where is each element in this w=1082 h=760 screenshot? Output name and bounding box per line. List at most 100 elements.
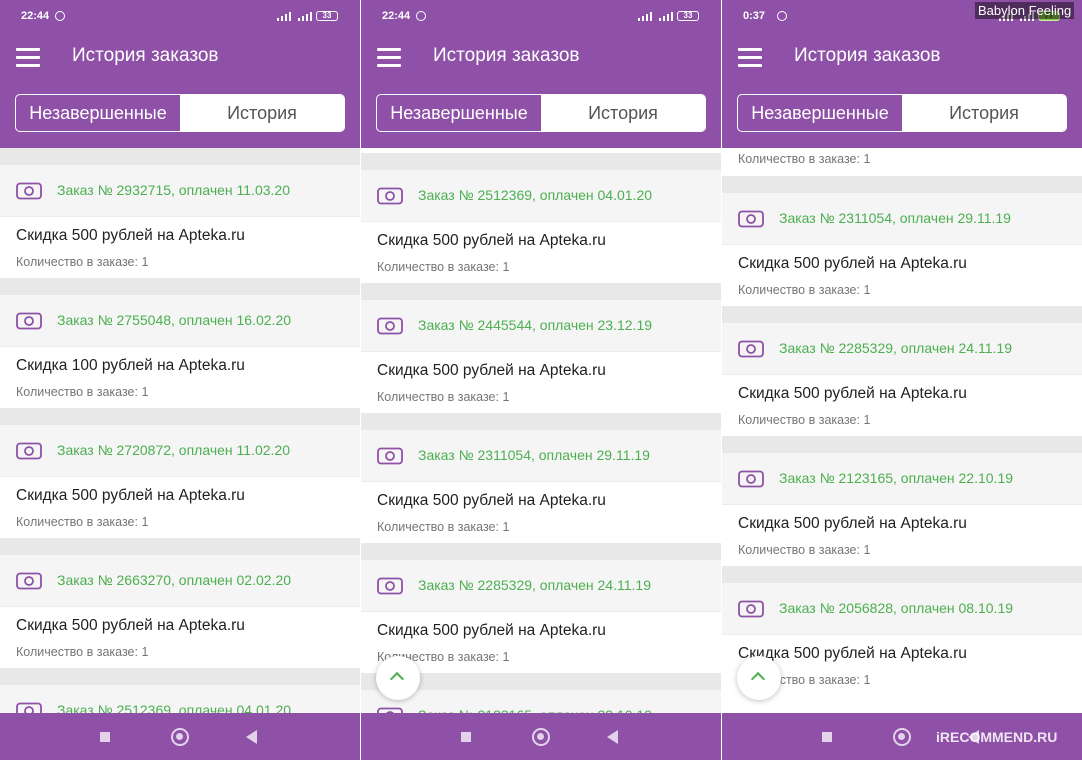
list-item[interactable]: Скидка 500 рублей на Apteka.ru Количеств… (722, 245, 1082, 306)
divider (0, 278, 360, 295)
item-name: Скидка 500 рублей на Apteka.ru (738, 255, 967, 272)
order-title: Заказ № 2755048, оплачен 16.02.20 (57, 312, 292, 328)
list-item[interactable]: Скидка 500 рублей на Apteka.ru Количеств… (0, 607, 360, 668)
recents-icon[interactable] (461, 732, 471, 742)
divider (361, 153, 721, 170)
alarm-icon (777, 11, 787, 21)
order-title: Заказ № 2056828, оплачен 08.10.19 (779, 600, 1014, 616)
order-title: Заказ № 2932715, оплачен 11.03.20 (57, 182, 290, 198)
order-header[interactable]: Заказ № 2512369, оплачен 04.01.20 (361, 170, 721, 222)
order-title: Заказ № 2663270, оплачен 02.02.20 (57, 572, 292, 588)
back-icon[interactable] (246, 730, 257, 744)
order-header[interactable]: Заказ № 2663270, оплачен 02.02.20 (0, 555, 360, 607)
divider (0, 668, 360, 685)
order-list[interactable]: Заказ № 2932715, оплачен 11.03.20 Скидка… (0, 148, 360, 713)
signal-icon (298, 12, 314, 21)
home-icon[interactable] (532, 728, 550, 746)
receipt-icon (377, 317, 403, 340)
scroll-top-button[interactable] (376, 656, 420, 700)
tab-history[interactable]: История (541, 95, 705, 131)
tab-incomplete[interactable]: Незавершенные (377, 95, 541, 131)
status-time: 22:44 (382, 10, 411, 22)
item-quantity: Количество в заказе: 1 (377, 260, 510, 274)
list-item[interactable]: Скидка 500 рублей на Apteka.ru Количеств… (0, 217, 360, 278)
app-bar: История заказов Незавершенные История (722, 30, 1082, 148)
battery-icon: 33 (316, 11, 338, 21)
menu-icon[interactable] (377, 48, 401, 67)
receipt-icon (377, 577, 403, 600)
order-list[interactable]: Заказ № 2512369, оплачен 04.01.20 Скидка… (361, 148, 721, 713)
receipt-icon (16, 312, 42, 335)
item-name: Скидка 500 рублей на Apteka.ru (16, 227, 245, 244)
navigation-bar (0, 713, 360, 760)
item-name: Скидка 500 рублей на Apteka.ru (377, 622, 606, 639)
list-item[interactable]: Скидка 500 рублей на Apteka.ru Количеств… (722, 505, 1082, 566)
status-time: 22:44 (21, 10, 50, 22)
menu-icon[interactable] (16, 48, 40, 67)
list-item[interactable]: Скидка 500 рублей на Apteka.ru Количеств… (361, 222, 721, 283)
divider (361, 283, 721, 300)
divider (361, 413, 721, 430)
order-header[interactable]: Заказ № 2123165, оплачен 22.10.19 (722, 453, 1082, 505)
alarm-icon (416, 11, 426, 21)
app-bar: История заказов Незавершенные История (0, 30, 360, 148)
status-bar: 22:44 33 (0, 0, 360, 30)
navigation-bar (361, 713, 721, 760)
receipt-icon (16, 182, 42, 205)
back-icon[interactable] (607, 730, 618, 744)
tab-incomplete[interactable]: Незавершенные (16, 95, 180, 131)
signal-icon (638, 12, 654, 21)
order-title: Заказ № 2311054, оплачен 29.11.19 (779, 210, 1011, 226)
list-item[interactable]: Количество в заказе: 1 (722, 148, 1082, 176)
alarm-icon (55, 11, 65, 21)
tab-switcher: Незавершенные История (15, 94, 345, 132)
order-header[interactable]: Заказ № 2445544, оплачен 23.12.19 (361, 300, 721, 352)
item-quantity: Количество в заказе: 1 (16, 515, 149, 529)
item-quantity: Количество в заказе: 1 (16, 385, 149, 399)
home-icon[interactable] (171, 728, 189, 746)
divider (0, 538, 360, 555)
order-header[interactable]: Заказ № 2285329, оплачен 24.11.19 (361, 560, 721, 612)
list-item[interactable]: Скидка 500 рублей на Apteka.ru Количеств… (361, 482, 721, 543)
order-header[interactable]: Заказ № 2720872, оплачен 11.02.20 (0, 425, 360, 477)
order-title: Заказ № 2512369, оплачен 04.01.20 (57, 702, 292, 713)
divider (722, 176, 1082, 193)
list-item[interactable]: Скидка 500 рублей на Apteka.ru Количеств… (0, 477, 360, 538)
item-quantity: Количество в заказе: 1 (738, 543, 871, 557)
recents-icon[interactable] (100, 732, 110, 742)
item-name: Скидка 500 рублей на Apteka.ru (377, 362, 606, 379)
order-header[interactable]: Заказ № 2123165, оплачен 22.10.19 (361, 690, 721, 713)
item-quantity: Количество в заказе: 1 (377, 390, 510, 404)
list-item[interactable]: Скидка 100 рублей на Apteka.ru Количеств… (0, 347, 360, 408)
order-header[interactable]: Заказ № 2932715, оплачен 11.03.20 (0, 165, 360, 217)
receipt-icon (377, 187, 403, 210)
order-list[interactable]: Количество в заказе: 1 Заказ № 2311054, … (722, 148, 1082, 713)
order-header[interactable]: Заказ № 2311054, оплачен 29.11.19 (361, 430, 721, 482)
receipt-icon (738, 210, 764, 233)
scroll-top-button[interactable] (737, 656, 781, 700)
order-header[interactable]: Заказ № 2755048, оплачен 16.02.20 (0, 295, 360, 347)
order-header[interactable]: Заказ № 2285329, оплачен 24.11.19 (722, 323, 1082, 375)
phone-screen-3: 0:37 77 История заказов Незавершенные Ис… (722, 0, 1082, 760)
item-name: Скидка 500 рублей на Apteka.ru (16, 487, 245, 504)
order-title: Заказ № 2285329, оплачен 24.11.19 (418, 577, 651, 593)
status-time: 0:37 (743, 10, 766, 22)
order-header[interactable]: Заказ № 2056828, оплачен 08.10.19 (722, 583, 1082, 635)
menu-icon[interactable] (738, 48, 762, 67)
watermark-top: Babylon Feeling (975, 2, 1075, 19)
recents-icon[interactable] (822, 732, 832, 742)
order-header[interactable]: Заказ № 2311054, оплачен 29.11.19 (722, 193, 1082, 245)
order-title: Заказ № 2123165, оплачен 22.10.19 (779, 470, 1014, 486)
chevron-up-icon (750, 671, 766, 687)
list-item[interactable]: Скидка 500 рублей на Apteka.ru Количеств… (361, 352, 721, 413)
list-item[interactable]: Скидка 500 рублей на Apteka.ru Количеств… (722, 375, 1082, 436)
tab-history[interactable]: История (180, 95, 344, 131)
divider (0, 408, 360, 425)
order-header[interactable]: Заказ № 2512369, оплачен 04.01.20 (0, 685, 360, 713)
home-icon[interactable] (893, 728, 911, 746)
tab-history[interactable]: История (902, 95, 1066, 131)
receipt-icon (16, 442, 42, 465)
tab-incomplete[interactable]: Незавершенные (738, 95, 902, 131)
divider (722, 436, 1082, 453)
divider (722, 566, 1082, 583)
